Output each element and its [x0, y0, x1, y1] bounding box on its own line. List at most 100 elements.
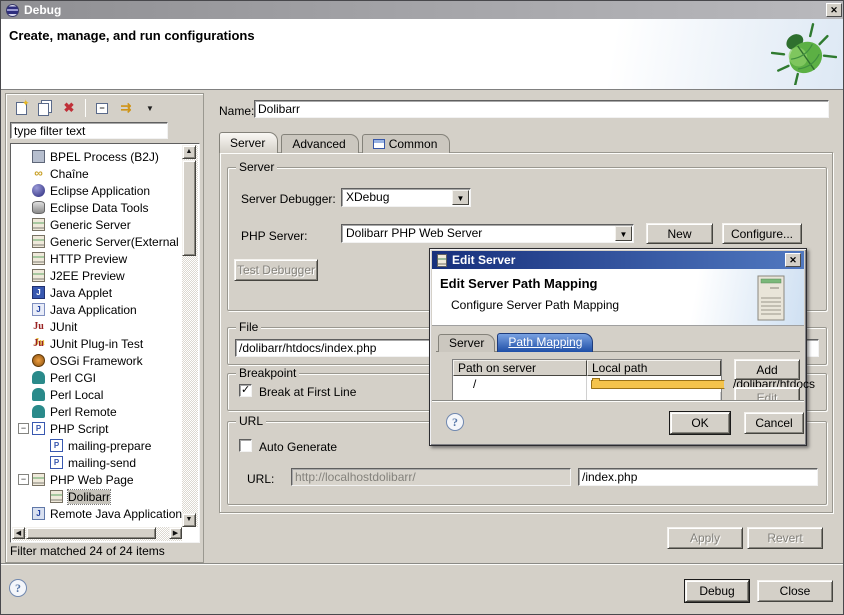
combo-arrow-icon[interactable]: ▼	[615, 226, 632, 241]
filter-input[interactable]	[10, 122, 168, 139]
new-configuration-button[interactable]: ✦	[10, 98, 32, 119]
server-debugger-combo[interactable]: XDebug ▼	[341, 188, 471, 207]
debug-bug-icon	[771, 21, 837, 85]
tab-advanced[interactable]: Advanced	[281, 134, 358, 153]
tree-indent	[18, 168, 29, 179]
tree-item-label: Perl Local	[50, 388, 103, 402]
tree-item-generic-server[interactable]: Generic Server	[12, 216, 182, 233]
combo-arrow-icon[interactable]: ▼	[452, 190, 469, 205]
close-button[interactable]: Close	[757, 580, 833, 602]
tree-item-remote-java-application[interactable]: JRemote Java Application	[12, 505, 182, 522]
tree-item-cha-ne[interactable]: ∞Chaîne	[12, 165, 182, 182]
tree-item-java-applet[interactable]: JJava Applet	[12, 284, 182, 301]
tree-indent	[18, 372, 29, 383]
tree-item-junit[interactable]: JuJUnit	[12, 318, 182, 335]
configurations-panel: ✦ ✖ − ⇉ ▼ BPEL Process (B2J)∞ChaîneEclip…	[5, 93, 204, 563]
scroll-right-button[interactable]: ▶	[169, 527, 182, 539]
column-path-on-server[interactable]: Path on server	[453, 360, 587, 376]
tree-item-j2ee-preview[interactable]: J2EE Preview	[12, 267, 182, 284]
url-label: URL:	[247, 472, 274, 486]
tree-item-osgi-framework[interactable]: OSGi Framework	[12, 352, 182, 369]
java-app-icon: J	[32, 303, 45, 316]
dialog-tab-path-mapping[interactable]: Path Mapping	[497, 333, 593, 352]
name-input[interactable]	[254, 100, 829, 118]
filter-icon: ⇉	[121, 100, 132, 116]
url-base-input[interactable]	[291, 468, 571, 486]
apply-button[interactable]: Apply	[667, 527, 743, 549]
tree-indent	[18, 355, 29, 366]
path-on-server-cell: /	[453, 376, 587, 392]
debug-button[interactable]: Debug	[685, 580, 749, 602]
tree-indent	[18, 270, 29, 281]
delete-configuration-button[interactable]: ✖	[58, 98, 80, 119]
server-icon	[32, 218, 45, 231]
break-first-line-checkbox[interactable]	[239, 384, 252, 397]
dialog-help-button[interactable]: ?	[446, 413, 464, 431]
duplicate-configuration-button[interactable]	[34, 98, 56, 119]
eclipse-icon	[6, 4, 19, 17]
tree-item-perl-cgi[interactable]: Perl CGI	[12, 369, 182, 386]
tree-item-eclipse-application[interactable]: Eclipse Application	[12, 182, 182, 199]
config-tree: BPEL Process (B2J)∞ChaîneEclipse Applica…	[12, 148, 182, 527]
configure-server-button[interactable]: Configure...	[722, 223, 802, 244]
tree-item-label: J2EE Preview	[50, 269, 125, 283]
vertical-scroll-thumb[interactable]	[182, 160, 196, 256]
java-applet-icon: J	[32, 286, 45, 299]
cancel-button[interactable]: Cancel	[744, 412, 804, 434]
server-icon	[32, 269, 45, 282]
tree-item-perl-local[interactable]: Perl Local	[12, 386, 182, 403]
scroll-up-button[interactable]: ▲	[182, 145, 196, 159]
tree-item-generic-server-external-la[interactable]: Generic Server(External La	[12, 233, 182, 250]
tree-item-junit-plug-in-test[interactable]: JuJUnit Plug-in Test	[12, 335, 182, 352]
server-tower-image	[754, 275, 788, 321]
tree-item-mailing-send[interactable]: Pmailing-send	[12, 454, 182, 471]
new-server-button[interactable]: New	[646, 223, 713, 244]
tree-item-label: JUnit Plug-in Test	[50, 337, 143, 351]
ok-button[interactable]: OK	[670, 412, 730, 434]
eclipse-app-icon	[32, 184, 45, 197]
tree-vertical-scrollbar[interactable]: ▲ ▼	[182, 145, 198, 527]
revert-button[interactable]: Revert	[747, 527, 823, 549]
dialog-close-button[interactable]: ✕	[785, 253, 801, 267]
php-icon: P	[50, 456, 63, 469]
debug-configurations-window: Debug ✕ Create, manage, and run configur…	[0, 0, 844, 615]
scroll-left-button[interactable]: ◀	[12, 527, 25, 539]
path-mapping-row[interactable]: //dolibarr/htdocs	[453, 376, 721, 392]
filter-menu-dropdown[interactable]: ▼	[139, 98, 161, 119]
add-mapping-button[interactable]: Add	[734, 359, 800, 380]
column-local-path[interactable]: Local path	[587, 360, 721, 376]
tree-item-bpel-process-b2j-[interactable]: BPEL Process (B2J)	[12, 148, 182, 165]
scroll-down-button[interactable]: ▼	[182, 513, 196, 527]
break-first-line-label: Break at First Line	[259, 385, 356, 399]
dialog-tab-path-mapping-label: Path Mapping	[508, 335, 582, 349]
window-titlebar[interactable]: Debug ✕	[1, 1, 844, 19]
tree-item-java-application[interactable]: JJava Application	[12, 301, 182, 318]
window-close-button[interactable]: ✕	[826, 3, 842, 17]
window-title: Debug	[24, 3, 61, 17]
path-mapping-header: Path on server Local path	[453, 360, 721, 376]
tree-item-php-web-page[interactable]: −PHP Web Page	[12, 471, 182, 488]
tree-item-eclipse-data-tools[interactable]: Eclipse Data Tools	[12, 199, 182, 216]
test-debugger-button[interactable]: Test Debugger	[234, 259, 318, 281]
tree-item-perl-remote[interactable]: Perl Remote	[12, 403, 182, 420]
tree-item-http-preview[interactable]: HTTP Preview	[12, 250, 182, 267]
auto-generate-checkbox[interactable]	[239, 439, 252, 452]
tab-server[interactable]: Server	[219, 132, 278, 153]
php-server-combo[interactable]: Dolibarr PHP Web Server ▼	[341, 224, 634, 243]
tree-item-mailing-prepare[interactable]: Pmailing-prepare	[12, 437, 182, 454]
folder-icon	[591, 380, 725, 389]
dialog-titlebar[interactable]: Edit Server ✕	[432, 251, 804, 269]
tree-item-php-script[interactable]: −PPHP Script	[12, 420, 182, 437]
horizontal-scroll-thumb[interactable]	[26, 527, 156, 539]
collapse-expander-icon[interactable]: −	[18, 474, 29, 485]
php-icon: P	[32, 422, 45, 435]
dialog-tab-server[interactable]: Server	[438, 334, 495, 352]
tree-horizontal-scrollbar[interactable]: ◀ ▶	[12, 527, 182, 541]
collapse-all-button[interactable]: −	[91, 98, 113, 119]
tree-item-dolibarr[interactable]: Dolibarr	[12, 488, 182, 505]
collapse-expander-icon[interactable]: −	[18, 423, 29, 434]
url-path-input[interactable]	[578, 468, 818, 486]
help-button[interactable]: ?	[9, 579, 27, 597]
tab-common[interactable]: Common	[362, 134, 451, 153]
filter-launch-configurations-button[interactable]: ⇉	[115, 98, 137, 119]
